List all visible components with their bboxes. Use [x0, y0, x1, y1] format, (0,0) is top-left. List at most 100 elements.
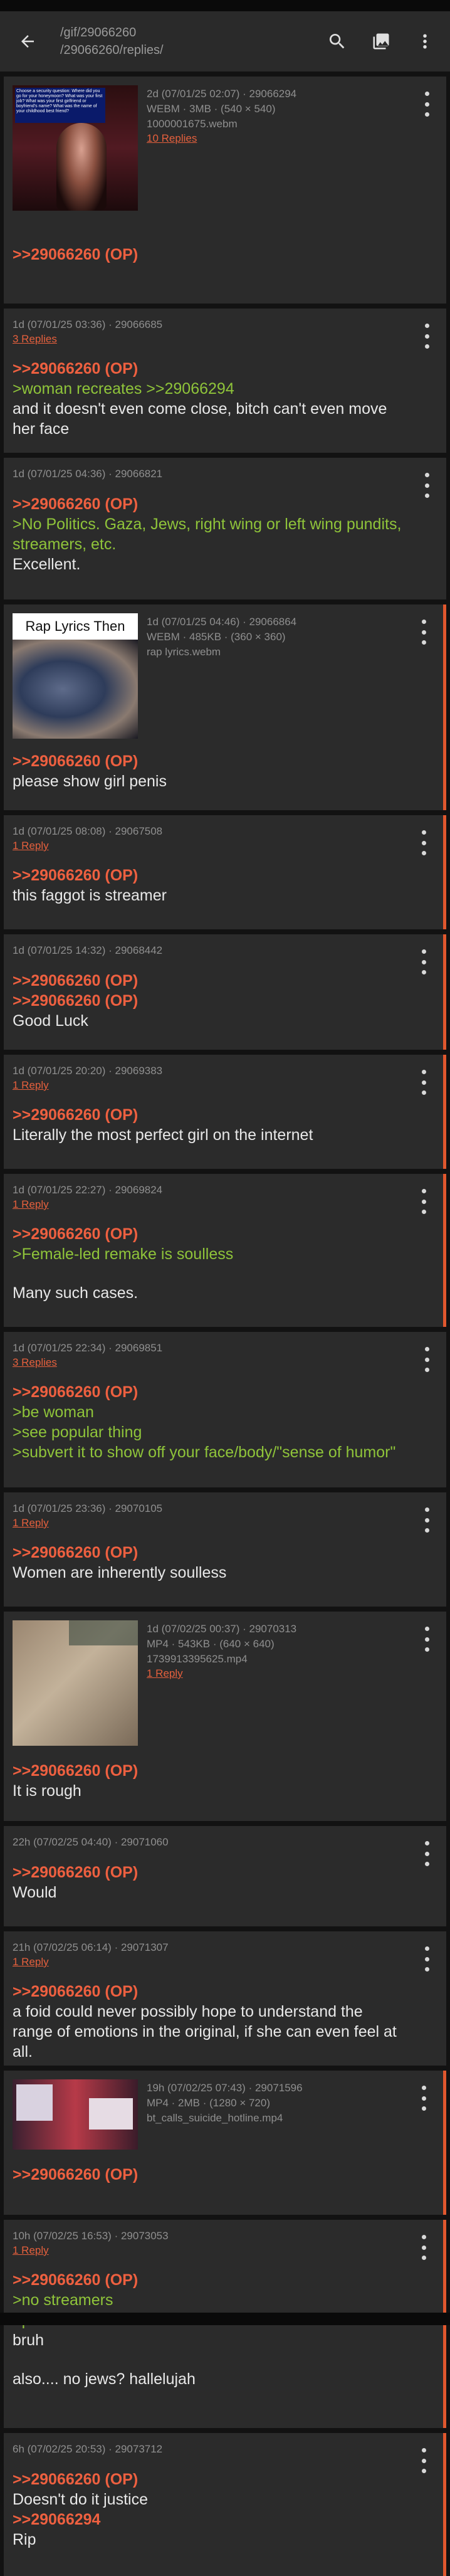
post-29070105[interactable]: 1d (07/01/25 23:36) · 29070105 1 Reply >… — [4, 1492, 446, 1607]
quote-link[interactable]: >>29066260 (OP) — [13, 1982, 404, 2002]
quote-link[interactable]: >>29066260 (OP) — [13, 2270, 400, 2290]
quote-link[interactable]: >>29066260 (OP) — [13, 2469, 400, 2489]
quote-link[interactable]: >>29066260 (OP) — [13, 751, 400, 771]
thumbnail-image — [89, 2098, 133, 2130]
post-text: It is rough — [13, 1782, 81, 1800]
quote-link[interactable]: >>29066260 (OP) — [13, 494, 404, 514]
thumbnail-caption: Choose a security question: Where did yo… — [15, 88, 105, 123]
post-more-button[interactable] — [419, 1627, 435, 1652]
quote-link[interactable]: >>29066260 (OP) — [13, 1543, 404, 1563]
post-text: please show girl penis — [13, 773, 167, 790]
thumbnail-image — [13, 640, 138, 739]
breadcrumb: /gif/29066260 /29066260/replies/ — [60, 24, 164, 59]
post-more-button[interactable] — [419, 1841, 435, 1866]
replies-link[interactable]: 10 Replies — [147, 132, 296, 145]
file-info: MP4 · 543KB · (640 × 640) — [147, 1638, 275, 1650]
replies-link[interactable]: 3 Replies — [13, 1356, 404, 1370]
gallery-icon — [373, 33, 389, 50]
post-29066294[interactable]: Choose a security question: Where did yo… — [4, 77, 446, 304]
post-text: bruh — [13, 2331, 44, 2349]
file-info: MP4 · 2MB · (1280 × 720) — [147, 2097, 271, 2109]
post-29067508[interactable]: 1d (07/01/25 08:08) · 29067508 1 Reply >… — [4, 815, 446, 929]
post-meta: 1d (07/01/25 22:34) · 29069851 — [13, 1342, 163, 1354]
quote-link[interactable]: >>29066260 (OP) — [13, 865, 400, 885]
post-more-button[interactable] — [416, 620, 432, 645]
replies-link[interactable]: 1 Reply — [13, 1198, 400, 1211]
quote-link[interactable]: >>29066260 (OP) — [13, 1224, 400, 1244]
replies-link[interactable]: 1 Reply — [13, 839, 400, 853]
quote-link[interactable]: >>29066260 (OP) — [13, 971, 400, 991]
post-29071596[interactable]: 19h (07/02/25 07:43) · 29071596 MP4 · 2M… — [4, 2071, 446, 2215]
thumbnail-image — [16, 2084, 53, 2121]
file-name: rap lyrics.webm — [147, 646, 221, 658]
thumbnail-image — [69, 1620, 138, 1645]
file-info: WEBM · 485KB · (360 × 360) — [147, 631, 286, 643]
replies-link[interactable]: 1 Reply — [13, 1516, 404, 1530]
post-thumbnail[interactable]: Rap Lyrics Then — [13, 613, 138, 739]
post-29071060[interactable]: 22h (07/02/25 04:40) · 29071060 >>290662… — [4, 1826, 446, 1926]
replies-link[interactable]: 1 Reply — [147, 1667, 296, 1681]
post-more-button[interactable] — [419, 324, 435, 349]
replies-link[interactable]: 1 Reply — [13, 1079, 400, 1092]
gallery-button[interactable] — [366, 26, 396, 56]
post-29073712[interactable]: 6h (07/02/25 20:53) · 29073712 >>2906626… — [4, 2433, 446, 2576]
post-more-button[interactable] — [419, 1507, 435, 1533]
post-more-button[interactable] — [416, 2235, 432, 2260]
greentext: >subvert it to show off your face/body/"… — [13, 1444, 396, 1461]
quote-link[interactable]: >>29066260 (OP) — [13, 1105, 400, 1125]
post-meta: 6h (07/02/25 20:53) · 29073712 — [13, 2443, 163, 2455]
replies-path: /29066260/replies/ — [60, 43, 164, 57]
post-more-button[interactable] — [416, 2086, 432, 2111]
post-more-button[interactable] — [419, 92, 435, 117]
post-29069851[interactable]: 1d (07/01/25 22:34) · 29069851 3 Replies… — [4, 1332, 446, 1487]
post-text: Good Luck — [13, 1012, 88, 1030]
post-text: Doesn't do it justice — [13, 2491, 148, 2508]
quote-link[interactable]: >>29066294 — [13, 2510, 400, 2530]
post-text: also.... no jews? hallelujah — [13, 2370, 196, 2388]
post-text: Literally the most perfect girl on the i… — [13, 1126, 313, 1144]
post-more-button[interactable] — [416, 1189, 432, 1214]
post-29066685[interactable]: 1d (07/01/25 03:36) · 29066685 3 Replies… — [4, 309, 446, 453]
post-thumbnail[interactable] — [13, 2079, 138, 2150]
quote-link[interactable]: >>29066294 — [146, 380, 234, 398]
post-29069383[interactable]: 1d (07/01/25 20:20) · 29069383 1 Reply >… — [4, 1055, 446, 1169]
replies-link[interactable]: 1 Reply — [13, 2244, 400, 2257]
file-name: 1739913395625.mp4 — [147, 1653, 248, 1665]
arrow-back-icon — [21, 35, 34, 48]
post-29070313[interactable]: 1d (07/02/25 00:37) · 29070313 MP4 · 543… — [4, 1612, 446, 1821]
replies-link[interactable]: 1 Reply — [13, 1955, 404, 1969]
post-thumbnail[interactable] — [13, 1620, 138, 1746]
search-button[interactable] — [322, 26, 352, 56]
overflow-menu-button[interactable] — [410, 26, 440, 56]
post-more-button[interactable] — [419, 473, 435, 498]
post-29066821[interactable]: 1d (07/01/25 04:36) · 29066821 >>2906626… — [4, 458, 446, 599]
back-button[interactable] — [9, 23, 46, 60]
quote-link[interactable]: >>29066260 (OP) — [13, 1862, 404, 1882]
file-name: 1000001675.webm — [147, 118, 238, 130]
quote-link[interactable]: >>29066260 (OP) — [13, 1382, 404, 1402]
post-29068442[interactable]: 1d (07/01/25 14:32) · 29068442 >>2906626… — [4, 934, 446, 1050]
post-more-button[interactable] — [419, 1347, 435, 1372]
post-meta: 1d (07/01/25 03:36) · 29066685 — [13, 319, 163, 330]
post-more-button[interactable] — [416, 949, 432, 974]
post-meta: 1d (07/01/25 14:32) · 29068442 — [13, 944, 163, 956]
post-29071307[interactable]: 21h (07/02/25 06:14) · 29071307 1 Reply … — [4, 1931, 446, 2066]
post-more-button[interactable] — [416, 1070, 432, 1095]
greentext: >be woman — [13, 1403, 94, 1421]
post-more-button[interactable] — [416, 2448, 432, 2473]
post-meta: 1d (07/02/25 00:37) · 29070313 — [147, 1623, 297, 1635]
post-meta: 21h (07/02/25 06:14) · 29071307 — [13, 1941, 169, 1953]
post-more-button[interactable] — [416, 830, 432, 855]
quote-link[interactable]: >>29066260 (OP) — [13, 245, 404, 265]
quote-link[interactable]: >>29066260 (OP) — [13, 991, 400, 1011]
post-meta: 1d (07/01/25 23:36) · 29070105 — [13, 1502, 163, 1514]
quote-link[interactable]: >>29066260 (OP) — [13, 1761, 404, 1781]
post-29069824[interactable]: 1d (07/01/25 22:27) · 29069824 1 Reply >… — [4, 1174, 446, 1327]
replies-link[interactable]: 3 Replies — [13, 332, 404, 346]
post-thumbnail[interactable]: Choose a security question: Where did yo… — [13, 85, 138, 211]
post-29066864[interactable]: Rap Lyrics Then 1d (07/01/25 04:46) · 29… — [4, 604, 446, 810]
post-more-button[interactable] — [419, 1946, 435, 1972]
quote-link[interactable]: >>29066260 (OP) — [13, 2165, 400, 2185]
quote-link[interactable]: >>29066260 (OP) — [13, 359, 404, 379]
post-meta: 1d (07/01/25 08:08) · 29067508 — [13, 825, 163, 837]
